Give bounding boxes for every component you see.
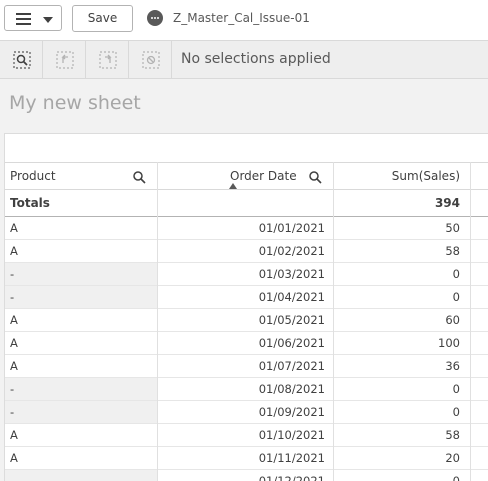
smart-search-icon xyxy=(13,51,31,69)
product-cell[interactable]: - xyxy=(10,267,14,281)
sales-cell: 0 xyxy=(452,405,460,419)
sales-cell: 50 xyxy=(445,221,460,235)
order-date-cell[interactable]: 01/08/2021 xyxy=(259,382,325,396)
app-icon xyxy=(147,10,163,26)
table-row: - 01/09/2021 0 xyxy=(5,401,488,424)
column-divider xyxy=(333,162,334,481)
column-header-sum-sales[interactable]: Sum(Sales) xyxy=(392,169,460,183)
product-cell[interactable]: A xyxy=(10,428,18,442)
order-date-cell[interactable]: 01/10/2021 xyxy=(259,428,325,442)
sales-cell: 58 xyxy=(445,428,460,442)
step-back-icon xyxy=(56,51,74,69)
order-date-cell[interactable]: 01/09/2021 xyxy=(259,405,325,419)
null-cell-background xyxy=(5,378,157,400)
sales-cell: 0 xyxy=(452,267,460,281)
table-header-row: Product Order Date Sum(Sales) xyxy=(5,162,488,190)
product-cell[interactable]: - xyxy=(10,382,14,396)
null-cell-background xyxy=(5,401,157,423)
totals-row: Totals 394 xyxy=(5,190,488,217)
column-divider xyxy=(470,162,471,481)
product-cell[interactable]: A xyxy=(10,451,18,465)
column-divider xyxy=(157,162,158,481)
sales-cell: 0 xyxy=(452,382,460,396)
totals-label: Totals xyxy=(10,196,50,210)
clear-selections-icon xyxy=(142,51,160,69)
step-back-button[interactable] xyxy=(43,41,86,78)
order-date-cell[interactable]: 01/04/2021 xyxy=(259,290,325,304)
sales-cell: 20 xyxy=(445,451,460,465)
product-cell[interactable]: A xyxy=(10,336,18,350)
sales-cell: 36 xyxy=(445,359,460,373)
order-date-cell[interactable]: 01/03/2021 xyxy=(259,267,325,281)
hamburger-icon xyxy=(16,13,31,25)
table-body: A 01/01/2021 50 A 01/02/2021 58-01/03/2021 0-0… xyxy=(5,217,488,481)
table-row: -01/12/2021 0 xyxy=(5,470,488,481)
smart-search-button[interactable] xyxy=(0,41,43,78)
table-row: - 01/03/2021 0 xyxy=(5,263,488,286)
order-date-cell[interactable]: 01/02/2021 xyxy=(259,244,325,258)
sales-cell: 100 xyxy=(438,336,460,350)
order-date-cell[interactable]: 01/06/2021 xyxy=(259,336,325,350)
sheet-title: My new sheet xyxy=(9,92,141,114)
table-row: A 01/02/2021 58 xyxy=(5,240,488,263)
column-header-order-date[interactable]: Order Date xyxy=(230,169,297,183)
top-toolbar: Save Z_Master_Cal_Issue-01 xyxy=(0,0,488,41)
sales-cell: 60 xyxy=(445,313,460,327)
table-row: A 01/01/2021 50 xyxy=(5,217,488,240)
clear-all-button[interactable] xyxy=(129,41,172,78)
product-cell[interactable]: A xyxy=(10,313,18,327)
table-row: A 01/06/2021 100 xyxy=(5,332,488,355)
table-row: A 01/11/2021 20 xyxy=(5,447,488,470)
app-title: Z_Master_Cal_Issue-01 xyxy=(173,11,310,25)
order-date-cell[interactable]: 01/11/2021 xyxy=(259,451,325,465)
order-date-cell[interactable]: 01/07/2021 xyxy=(259,359,325,373)
column-header-product[interactable]: Product xyxy=(10,169,56,183)
order-date-cell[interactable]: 01/05/2021 xyxy=(259,313,325,327)
search-icon[interactable] xyxy=(309,171,322,184)
product-cell[interactable]: - xyxy=(10,290,14,304)
table-row: - 01/08/2021 0 xyxy=(5,378,488,401)
selections-status-text: No selections applied xyxy=(181,51,331,67)
null-cell-background xyxy=(5,470,157,481)
order-date-cell[interactable]: 01/01/2021 xyxy=(259,221,325,235)
null-cell-background xyxy=(5,286,157,308)
table-row: A 01/10/2021 58 xyxy=(5,424,488,447)
product-cell[interactable]: A xyxy=(10,359,18,373)
totals-value: 394 xyxy=(434,196,460,210)
null-cell-background xyxy=(5,263,157,285)
search-icon[interactable] xyxy=(133,171,146,184)
table-row: - 01/04/2021 0 xyxy=(5,286,488,309)
product-cell[interactable]: A xyxy=(10,244,18,258)
product-cell[interactable]: - xyxy=(10,405,14,419)
table-object: Product Order Date Sum(Sales) Totals 394… xyxy=(4,133,488,481)
step-forward-button[interactable] xyxy=(86,41,129,78)
table-row: A 01/05/2021 60 xyxy=(5,309,488,332)
table-row: A 01/07/2021 36 xyxy=(5,355,488,378)
navigation-menu-button[interactable] xyxy=(4,5,62,31)
sales-cell: 58 xyxy=(445,244,460,258)
chevron-down-icon xyxy=(43,17,53,23)
selections-bar: No selections applied xyxy=(0,41,488,79)
step-forward-icon xyxy=(99,51,117,69)
sort-ascending-icon xyxy=(229,183,237,189)
save-button[interactable]: Save xyxy=(72,5,133,32)
sales-cell: 0 xyxy=(452,290,460,304)
product-cell[interactable]: A xyxy=(10,221,18,235)
